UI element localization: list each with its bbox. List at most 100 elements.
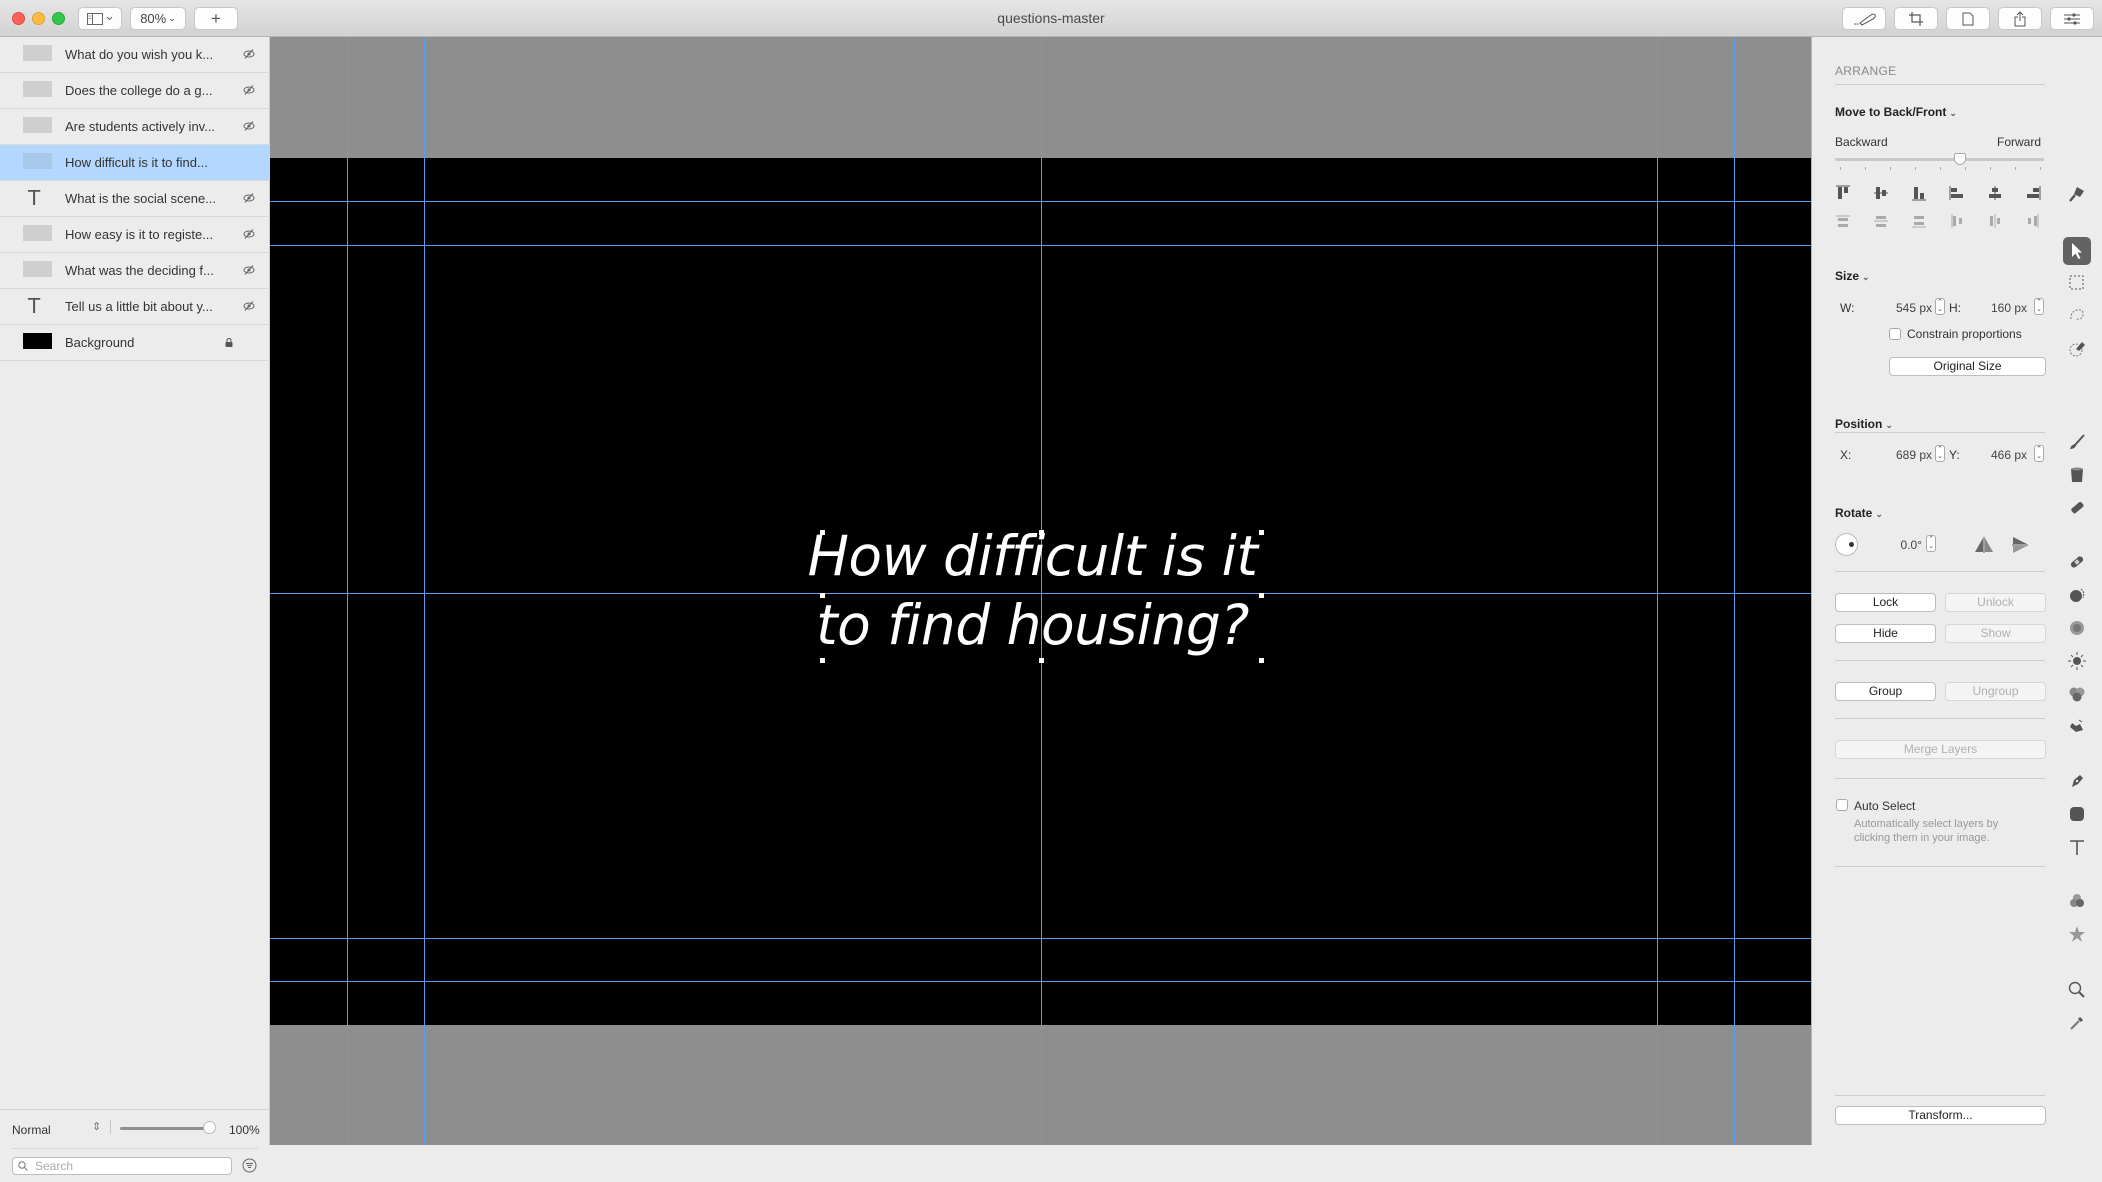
distribute-center-icon[interactable] xyxy=(1873,213,1889,229)
smudge-tool[interactable] xyxy=(2067,717,2087,737)
distribute-left-icon[interactable] xyxy=(1949,213,1965,229)
heal-tool[interactable] xyxy=(2067,552,2087,572)
arrow-select-tool[interactable] xyxy=(2063,237,2091,265)
move-to-back-front-dropdown[interactable]: Move to Back/Front ⌄ xyxy=(1835,105,1957,119)
paint-format-tool[interactable] xyxy=(2067,184,2087,204)
guide-vertical[interactable] xyxy=(424,37,425,1145)
size-section-toggle[interactable]: Size ⌄ xyxy=(1835,269,1870,283)
original-size-button[interactable]: Original Size xyxy=(1889,357,2046,376)
lasso-select-tool[interactable] xyxy=(2067,306,2087,326)
filter-icon[interactable] xyxy=(242,1158,257,1173)
width-input[interactable]: 545 px xyxy=(1872,301,1932,315)
align-bottom-icon[interactable] xyxy=(1911,185,1927,201)
adjustments-button[interactable] xyxy=(2050,7,2094,30)
flip-horizontal-icon[interactable] xyxy=(1974,537,1994,553)
opacity-slider-knob[interactable] xyxy=(203,1121,216,1134)
rotation-input[interactable]: 0.0° xyxy=(1897,538,1922,552)
color-adjust-tool[interactable] xyxy=(2067,684,2087,704)
shape-tool[interactable] xyxy=(2067,804,2087,824)
layer-item[interactable]: T What is the social scene... xyxy=(0,181,270,217)
show-button[interactable]: Show xyxy=(1945,624,2046,643)
brush-tool[interactable] xyxy=(2067,432,2087,452)
y-position-input[interactable]: 466 px xyxy=(1972,448,2027,462)
text-tool[interactable] xyxy=(2067,837,2087,857)
distribute-top-icon[interactable] xyxy=(1835,213,1851,229)
layer-item[interactable]: Does the college do a g... xyxy=(0,73,270,109)
color-blend-tool[interactable] xyxy=(2067,891,2087,911)
layer-item[interactable]: T Tell us a little bit about y... xyxy=(0,289,270,325)
blend-mode-select[interactable]: Normal xyxy=(12,1123,51,1137)
bucket-fill-tool[interactable] xyxy=(2067,465,2087,485)
annotate-button[interactable] xyxy=(1842,7,1886,30)
resize-handle-top-left[interactable] xyxy=(820,530,825,535)
resize-handle-bottom[interactable] xyxy=(1039,658,1044,663)
hide-button[interactable]: Hide xyxy=(1835,624,1936,643)
hidden-eye-icon[interactable] xyxy=(243,120,255,132)
height-stepper[interactable]: ⌃ ⌄ xyxy=(2034,298,2044,315)
ungroup-button[interactable]: Ungroup xyxy=(1945,682,2046,701)
align-left-icon[interactable] xyxy=(1949,185,1965,201)
layer-item[interactable]: What do you wish you k... xyxy=(0,37,270,73)
guide-horizontal[interactable] xyxy=(270,245,1811,246)
merge-layers-button[interactable]: Merge Layers xyxy=(1835,740,2046,759)
arrange-slider-knob[interactable] xyxy=(1954,153,1967,165)
eyedropper-tool[interactable] xyxy=(2067,1013,2087,1033)
style-tool[interactable] xyxy=(2067,924,2087,944)
resize-handle-right[interactable] xyxy=(1259,593,1264,598)
guide-vertical[interactable] xyxy=(1657,37,1658,1145)
document-button[interactable] xyxy=(1946,7,1990,30)
align-horizontal-center-icon[interactable] xyxy=(1987,185,2003,201)
x-position-input[interactable]: 689 px xyxy=(1872,448,1932,462)
layer-search-input[interactable]: Search xyxy=(12,1157,232,1175)
flip-vertical-icon[interactable] xyxy=(2012,536,2028,554)
hidden-eye-icon[interactable] xyxy=(243,84,255,96)
hidden-eye-icon[interactable] xyxy=(243,48,255,60)
height-input[interactable]: 160 px xyxy=(1972,301,2027,315)
resize-handle-left[interactable] xyxy=(820,593,825,598)
width-stepper[interactable]: ⌃ ⌄ xyxy=(1935,298,1945,315)
share-button[interactable] xyxy=(1998,7,2042,30)
hidden-eye-icon[interactable] xyxy=(243,300,255,312)
layer-item[interactable]: Background xyxy=(0,325,270,361)
light-tool[interactable] xyxy=(2067,651,2087,671)
layer-item[interactable]: Are students actively inv... xyxy=(0,109,270,145)
position-section-toggle[interactable]: Position ⌄ xyxy=(1835,417,1893,431)
guide-vertical[interactable] xyxy=(1734,37,1735,1145)
rect-select-tool[interactable] xyxy=(2067,273,2087,293)
constrain-proportions-checkbox[interactable] xyxy=(1889,328,1901,340)
pen-tool[interactable] xyxy=(2067,771,2087,791)
resize-handle-bottom-right[interactable] xyxy=(1259,658,1264,663)
resize-handle-top-right[interactable] xyxy=(1259,530,1264,535)
rotation-dial[interactable] xyxy=(1835,533,1858,556)
clone-tool[interactable] xyxy=(2067,585,2087,605)
x-stepper[interactable]: ⌃ ⌄ xyxy=(1935,445,1945,462)
guide-horizontal[interactable] xyxy=(270,201,1811,202)
align-right-icon[interactable] xyxy=(2025,185,2041,201)
layer-item-selected[interactable]: How difficult is it to find... xyxy=(0,145,270,181)
canvas-area[interactable]: How difficult is it to find housing? xyxy=(270,37,1811,1145)
hidden-eye-icon[interactable] xyxy=(243,264,255,276)
auto-select-checkbox[interactable] xyxy=(1836,799,1848,811)
guide-horizontal[interactable] xyxy=(270,981,1811,982)
transform-button[interactable]: Transform... xyxy=(1835,1106,2046,1125)
distribute-right-icon[interactable] xyxy=(2025,213,2041,229)
opacity-slider[interactable] xyxy=(120,1127,210,1130)
up-down-chevron-icon[interactable]: ⇕ xyxy=(92,1120,101,1133)
resize-handle-bottom-left[interactable] xyxy=(820,658,825,663)
group-button[interactable]: Group xyxy=(1835,682,1936,701)
selected-text-layer[interactable]: How difficult is it to find housing? xyxy=(805,522,1260,660)
resize-handle-top[interactable] xyxy=(1039,530,1044,535)
lock-button[interactable]: Lock xyxy=(1835,593,1936,612)
layer-item[interactable]: How easy is it to registe... xyxy=(0,217,270,253)
hidden-eye-icon[interactable] xyxy=(243,192,255,204)
hidden-eye-icon[interactable] xyxy=(243,228,255,240)
layer-item[interactable]: What was the deciding f... xyxy=(0,253,270,289)
align-top-icon[interactable] xyxy=(1835,185,1851,201)
guide-horizontal[interactable] xyxy=(270,938,1811,939)
quick-select-tool[interactable] xyxy=(2067,339,2087,359)
unlock-button[interactable]: Unlock xyxy=(1945,593,2046,612)
guide-vertical[interactable] xyxy=(347,37,348,1145)
arrange-slider[interactable] xyxy=(1835,158,2044,161)
crop-button[interactable] xyxy=(1894,7,1938,30)
lock-icon[interactable] xyxy=(225,338,233,347)
